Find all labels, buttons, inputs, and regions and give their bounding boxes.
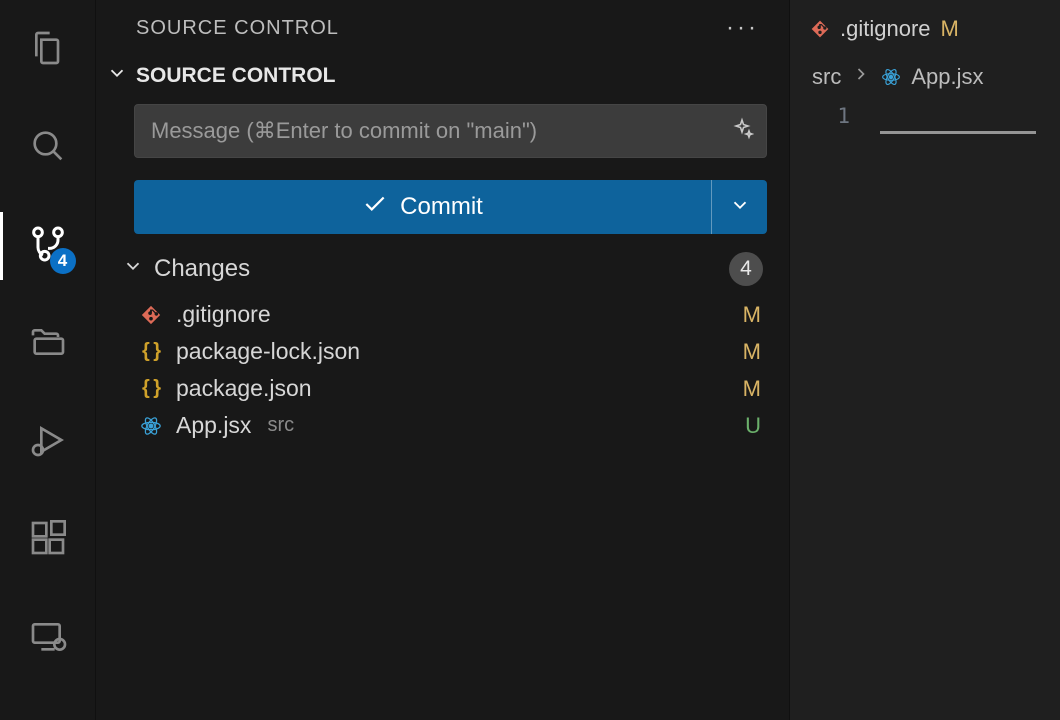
search-icon: [28, 126, 68, 171]
chevron-down-icon: [106, 62, 128, 90]
folders-icon: [28, 322, 68, 367]
remote-icon: [28, 616, 68, 661]
changed-file-row[interactable]: { } package.json M: [96, 370, 789, 407]
activity-source-control[interactable]: 4: [0, 208, 96, 284]
json-file-icon: { }: [138, 377, 164, 400]
git-file-icon: [810, 19, 830, 39]
file-name: package-lock.json: [176, 338, 360, 365]
line-number: 1: [790, 104, 850, 128]
chevron-down-icon: [729, 194, 751, 221]
tab-status-letter: M: [941, 16, 959, 42]
tab-bar: .gitignore M: [790, 0, 1060, 58]
tab-gitignore[interactable]: .gitignore M: [790, 0, 979, 58]
extensions-icon: [28, 518, 68, 563]
changed-file-row[interactable]: { } package-lock.json M: [96, 333, 789, 370]
commit-button: Commit: [134, 180, 767, 234]
file-path-hint: src: [267, 414, 294, 437]
json-file-icon: { }: [138, 340, 164, 363]
editor-area: .gitignore M src App.jsx 1: [790, 0, 1060, 720]
activity-run-debug[interactable]: [0, 404, 96, 480]
run-debug-icon: [28, 420, 68, 465]
commit-button-dropdown[interactable]: [711, 180, 767, 234]
file-status-letter: M: [743, 339, 761, 365]
react-file-icon: [138, 415, 164, 437]
panel-title-row: SOURCE CONTROL ···: [96, 6, 789, 56]
commit-area: Commit: [96, 104, 789, 234]
file-name: .gitignore: [176, 301, 271, 328]
changes-count-badge: 4: [729, 252, 763, 286]
file-status-letter: M: [743, 376, 761, 402]
breadcrumb-folder[interactable]: src: [812, 64, 841, 90]
activity-explorer-folders[interactable]: [0, 306, 96, 382]
changes-file-list: .gitignore M { } package-lock.json M { } packa…: [96, 294, 789, 446]
line-gutter: 1: [790, 100, 880, 720]
file-name: App.jsx: [176, 412, 251, 439]
changed-file-row[interactable]: App.jsx src U: [96, 407, 789, 444]
commit-message-input[interactable]: [151, 118, 716, 144]
commit-button-main[interactable]: Commit: [134, 180, 711, 234]
code-content[interactable]: [880, 100, 1060, 720]
activity-explorer[interactable]: [0, 12, 96, 88]
activity-search[interactable]: [0, 110, 96, 186]
file-status-letter: U: [745, 413, 761, 439]
panel-title: SOURCE CONTROL: [136, 17, 339, 40]
section-header-label: SOURCE CONTROL: [136, 64, 336, 88]
activity-remote[interactable]: [0, 600, 96, 676]
react-file-icon: [881, 67, 901, 87]
more-actions-button[interactable]: ···: [720, 14, 765, 42]
ellipsis-icon: ···: [726, 14, 759, 41]
breadcrumb-file[interactable]: App.jsx: [911, 64, 983, 90]
changes-label: Changes: [154, 255, 250, 283]
file-status-letter: M: [743, 302, 761, 328]
git-file-icon: [138, 304, 164, 326]
section-header-source-control[interactable]: SOURCE CONTROL: [96, 56, 789, 104]
sparkle-icon: [730, 117, 754, 146]
tab-filename: .gitignore: [840, 16, 931, 42]
activity-extensions[interactable]: [0, 502, 96, 578]
changes-header[interactable]: Changes 4: [96, 234, 789, 294]
commit-message-wrap: [134, 104, 767, 158]
source-control-panel: SOURCE CONTROL ··· SOURCE CONTROL: [96, 0, 790, 720]
activity-bar: 4: [0, 0, 96, 720]
generate-commit-message-button[interactable]: [728, 117, 756, 145]
editor-body[interactable]: 1: [790, 100, 1060, 720]
breadcrumbs[interactable]: src App.jsx: [790, 58, 1060, 100]
chevron-down-icon: [122, 255, 144, 284]
files-icon: [28, 28, 68, 73]
empty-line-indicator: [880, 104, 1036, 134]
changed-file-row[interactable]: .gitignore M: [96, 296, 789, 333]
check-icon: [362, 191, 388, 224]
chevron-right-icon: [851, 64, 871, 90]
commit-button-label: Commit: [400, 193, 483, 221]
scm-badge: 4: [50, 248, 76, 274]
file-name: package.json: [176, 375, 312, 402]
